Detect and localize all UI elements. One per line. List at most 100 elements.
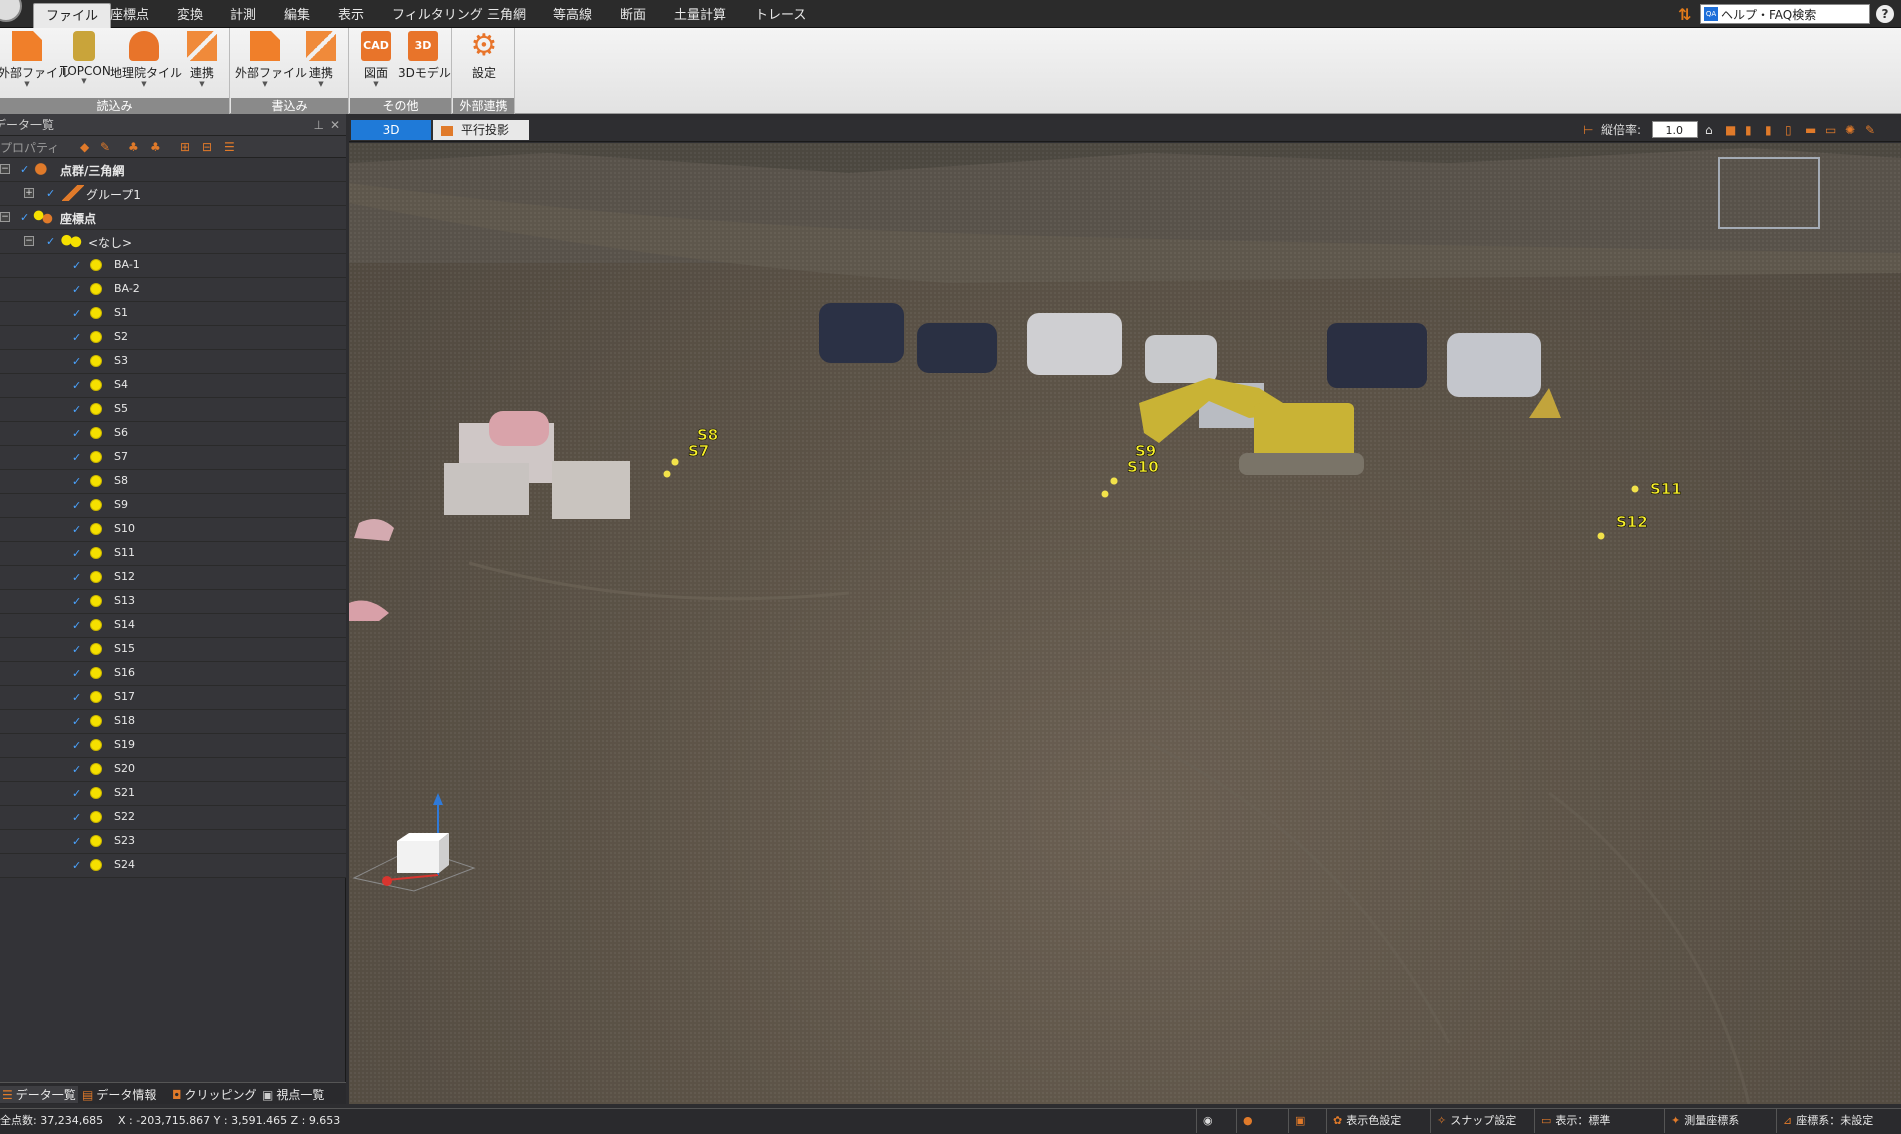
collapse-toggle[interactable]: − — [0, 164, 10, 174]
tree-node-point[interactable]: ✓ S2 — [0, 326, 346, 350]
visibility-checkbox[interactable]: ✓ — [72, 356, 83, 367]
coord-system-button[interactable]: ⊿ 座標系：未設定 — [1776, 1109, 1873, 1133]
expand-all-icon[interactable]: ⊞ — [180, 140, 194, 154]
tree-node-point[interactable]: ✓ S16 — [0, 662, 346, 686]
tree-node-point[interactable]: ✓ S21 — [0, 782, 346, 806]
tree-node-coords[interactable]: − ✓ 座標点 — [0, 206, 346, 230]
pen-icon[interactable]: ✎ — [1865, 123, 1879, 137]
snap-settings-button[interactable]: ✧ スナップ設定 — [1430, 1109, 1516, 1133]
tag-icon[interactable]: ◆ — [80, 140, 94, 154]
menu-tab-contour[interactable]: 等高線 — [541, 3, 604, 28]
help-icon[interactable]: ? — [1876, 5, 1894, 23]
lock-toggle[interactable]: ▣ — [1288, 1109, 1309, 1133]
visibility-checkbox[interactable]: ✓ — [72, 332, 83, 343]
tree-node-point[interactable]: ✓ S10 — [0, 518, 346, 542]
tree-node-point[interactable]: ✓ S11 — [0, 542, 346, 566]
collapse-all-icon[interactable]: ⊟ — [202, 140, 216, 154]
visibility-checkbox[interactable]: ✓ — [72, 404, 83, 415]
lighting-icon[interactable]: ✺ — [1845, 123, 1859, 137]
survey-point-marker[interactable] — [1101, 490, 1109, 498]
view-bottom-icon[interactable]: ▭ — [1825, 123, 1839, 137]
balloon-toggle[interactable]: ● — [1236, 1109, 1257, 1133]
visibility-checkbox[interactable]: ✓ — [72, 644, 83, 655]
tree-node-pointcloud[interactable]: − ✓ 点群/三角網 — [0, 158, 346, 182]
collapse-toggle[interactable]: − — [24, 236, 34, 246]
read-link-button[interactable]: 連携 ▼ — [182, 31, 222, 93]
menu-tab-convert[interactable]: 変換 — [165, 3, 215, 28]
write-external-file-button[interactable]: 外部ファイル ▼ — [235, 31, 307, 93]
visibility-checkbox[interactable]: ✓ — [46, 236, 57, 247]
tree-node-point[interactable]: ✓ S13 — [0, 590, 346, 614]
visibility-checkbox[interactable]: ✓ — [72, 836, 83, 847]
visibility-checkbox[interactable]: ✓ — [72, 260, 83, 271]
visibility-checkbox[interactable]: ✓ — [72, 380, 83, 391]
visibility-checkbox[interactable]: ✓ — [72, 596, 83, 607]
visibility-checkbox[interactable]: ✓ — [20, 164, 31, 175]
menu-tab-coords[interactable]: 座標点 — [98, 3, 161, 28]
tree-node-point[interactable]: ✓ S6 — [0, 422, 346, 446]
view-left-icon[interactable]: ▯ — [1785, 123, 1799, 137]
tree-node-point[interactable]: ✓ S14 — [0, 614, 346, 638]
menu-tab-section[interactable]: 断面 — [608, 3, 658, 28]
tab-parallel-projection[interactable]: 平行投影 — [433, 120, 529, 140]
tree-node-point[interactable]: ✓ BA-2 — [0, 278, 346, 302]
visibility-checkbox[interactable]: ✓ — [72, 452, 83, 463]
survey-point-marker[interactable] — [1110, 477, 1118, 485]
app-logo[interactable] — [0, 0, 22, 22]
visibility-checkbox[interactable]: ✓ — [72, 764, 83, 775]
visibility-checkbox[interactable]: ✓ — [20, 212, 31, 223]
visibility-checkbox[interactable]: ✓ — [72, 692, 83, 703]
visibility-checkbox[interactable]: ✓ — [72, 572, 83, 583]
tree-node-point[interactable]: ✓ S19 — [0, 734, 346, 758]
list-icon[interactable]: ☰ — [224, 140, 238, 154]
display-color-button[interactable]: ✿ 表示色設定 — [1326, 1109, 1401, 1133]
pin-icon[interactable]: ⊥ — [314, 114, 324, 136]
visibility-checkbox[interactable]: ✓ — [72, 860, 83, 871]
3d-model-button[interactable]: 3D 3Dモデル — [398, 31, 451, 93]
tab-data-info[interactable]: ▤ データ情報 — [82, 1086, 156, 1103]
view-front-icon[interactable]: ■ — [1725, 123, 1739, 137]
display-mode-button[interactable]: ▭ 表示：標準 — [1534, 1109, 1610, 1133]
menu-tab-measure[interactable]: 計測 — [218, 3, 268, 28]
tab-3d[interactable]: 3D — [351, 120, 431, 140]
tree-node-point[interactable]: ✓ S5 — [0, 398, 346, 422]
tree-node-point[interactable]: ✓ S23 — [0, 830, 346, 854]
visibility-checkbox[interactable]: ✓ — [72, 428, 83, 439]
home-icon[interactable]: ⌂ — [1705, 123, 1719, 137]
menu-tab-view[interactable]: 表示 — [326, 3, 376, 28]
survey-system-button[interactable]: ✦ 測量座標系 — [1664, 1109, 1739, 1133]
close-icon[interactable]: ✕ — [330, 114, 340, 136]
tree-node-point[interactable]: ✓ S17 — [0, 686, 346, 710]
write-link-button[interactable]: 連携 ▼ — [301, 31, 341, 93]
tree-node-group[interactable]: + ✓ グループ1 — [0, 182, 346, 206]
gsi-tile-button[interactable]: 地理院タイル ▼ — [110, 31, 182, 93]
tree-node-point[interactable]: ✓ S9 — [0, 494, 346, 518]
visibility-checkbox[interactable]: ✓ — [72, 308, 83, 319]
survey-point-marker[interactable] — [1631, 485, 1639, 493]
tree-node-point[interactable]: ✓ S8 — [0, 470, 346, 494]
menu-tab-trace[interactable]: トレース — [743, 3, 818, 28]
read-external-file-button[interactable]: 外部ファイル ▼ — [0, 31, 70, 93]
tree-node-point[interactable]: ✓ S1 — [0, 302, 346, 326]
pencil-icon[interactable]: ✎ — [100, 140, 114, 154]
cad-drawing-button[interactable]: CAD 図面 ▼ — [358, 31, 394, 93]
tree-node-none[interactable]: − ✓ <なし> — [0, 230, 346, 254]
tree-node-point[interactable]: ✓ S3 — [0, 350, 346, 374]
visibility-checkbox[interactable]: ✓ — [72, 476, 83, 487]
help-search-input[interactable]: ヘルプ・FAQ検索 — [1700, 4, 1870, 24]
visibility-checkbox[interactable]: ✓ — [72, 716, 83, 727]
eye-toggle[interactable]: ◉ — [1196, 1109, 1217, 1133]
visibility-checkbox[interactable]: ✓ — [72, 500, 83, 511]
survey-point-marker[interactable] — [1597, 532, 1605, 540]
visibility-checkbox[interactable]: ✓ — [72, 740, 83, 751]
view-top-icon[interactable]: ▬ — [1805, 123, 1819, 137]
tree-node-point[interactable]: ✓ S20 — [0, 758, 346, 782]
survey-point-marker[interactable] — [671, 458, 679, 466]
visibility-checkbox[interactable]: ✓ — [72, 788, 83, 799]
visibility-checkbox[interactable]: ✓ — [72, 548, 83, 559]
property-button[interactable]: プロパティ — [0, 139, 59, 156]
topcon-button[interactable]: TOPCON ▼ — [60, 31, 111, 93]
tab-clipping[interactable]: ◘ クリッピング — [172, 1086, 257, 1103]
sort-arrows-icon[interactable]: ⇅ — [1678, 5, 1691, 24]
visibility-checkbox[interactable]: ✓ — [72, 812, 83, 823]
